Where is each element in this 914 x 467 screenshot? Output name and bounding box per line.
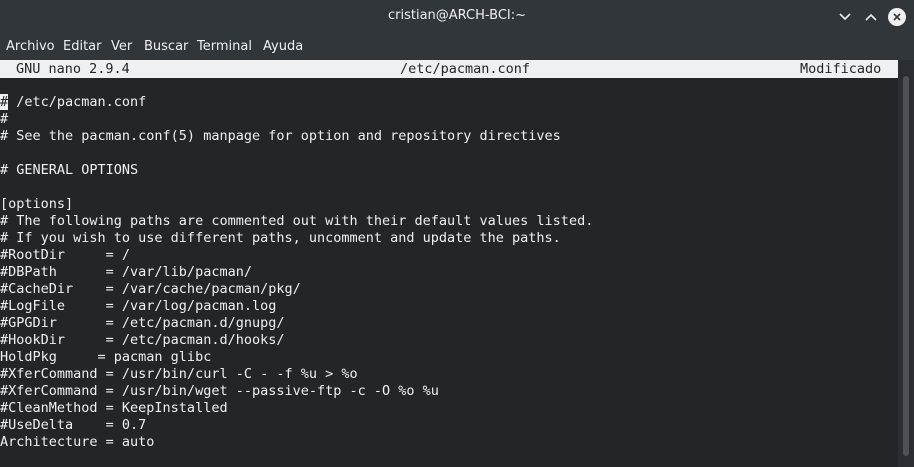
file-line: # See the pacman.conf(5) manpage for opt… (0, 128, 561, 144)
file-line: [options] (0, 196, 74, 212)
menu-bar: Archivo Editar Ver Buscar Terminal Ayuda (0, 34, 914, 60)
file-line: HoldPkg = pacman glibc (0, 349, 212, 365)
file-line: Architecture = auto (0, 434, 155, 450)
close-icon (893, 13, 901, 21)
file-line: #XferCommand = /usr/bin/curl -C - -f %u … (0, 366, 358, 382)
file-line-text: /etc/pacman.conf (8, 94, 147, 110)
file-line: #CleanMethod = KeepInstalled (0, 400, 228, 416)
file-line: # GENERAL OPTIONS (0, 162, 139, 178)
file-line: #GPGDir = /etc/pacman.d/gnupg/ (0, 315, 285, 331)
chevron-up-icon (865, 13, 877, 21)
file-line: #RootDir = / (0, 247, 131, 263)
file-line: #XferCommand = /usr/bin/wget --passive-f… (0, 383, 439, 399)
menu-archivo[interactable]: Archivo (6, 39, 55, 54)
terminal-area[interactable]: GNU nano 2.9.4 /etc/pacman.conf Modifica… (0, 60, 898, 467)
file-line: #DBPath = /var/lib/pacman/ (0, 264, 252, 280)
menu-ayuda[interactable]: Ayuda (263, 39, 303, 54)
vertical-scrollbar[interactable] (898, 60, 914, 467)
file-line: # /etc/pacman.conf (0, 94, 146, 111)
file-line: # The following paths are commented out … (0, 213, 594, 229)
file-line: #HookDir = /etc/pacman.d/hooks/ (0, 332, 285, 348)
file-line: # (0, 111, 9, 127)
scrollbar-thumb[interactable] (903, 76, 909, 456)
window-titlebar[interactable]: cristian@ARCH-BCI:~ (0, 0, 914, 34)
window-title: cristian@ARCH-BCI:~ (387, 8, 527, 23)
file-line: #UseDelta = 0.7 (0, 417, 147, 433)
menu-terminal[interactable]: Terminal (197, 39, 252, 54)
nano-version: GNU nano 2.9.4 (16, 61, 130, 77)
close-button[interactable] (886, 6, 908, 28)
minimize-button[interactable] (834, 6, 856, 28)
file-line: # If you wish to use different paths, un… (0, 230, 561, 246)
menu-buscar[interactable]: Buscar (144, 39, 188, 54)
menu-ver[interactable]: Ver (111, 39, 132, 54)
nano-modified-state: Modificado (800, 61, 882, 77)
file-line: #CacheDir = /var/cache/pacman/pkg/ (0, 281, 301, 297)
menu-editar[interactable]: Editar (63, 39, 102, 54)
nano-filename: /etc/pacman.conf (400, 61, 531, 77)
maximize-button[interactable] (860, 6, 882, 28)
text-cursor: # (0, 94, 9, 110)
file-line: #LogFile = /var/log/pacman.log (0, 298, 277, 314)
nano-header-bar: GNU nano 2.9.4 /etc/pacman.conf Modifica… (0, 60, 898, 78)
chevron-down-icon (839, 13, 851, 21)
